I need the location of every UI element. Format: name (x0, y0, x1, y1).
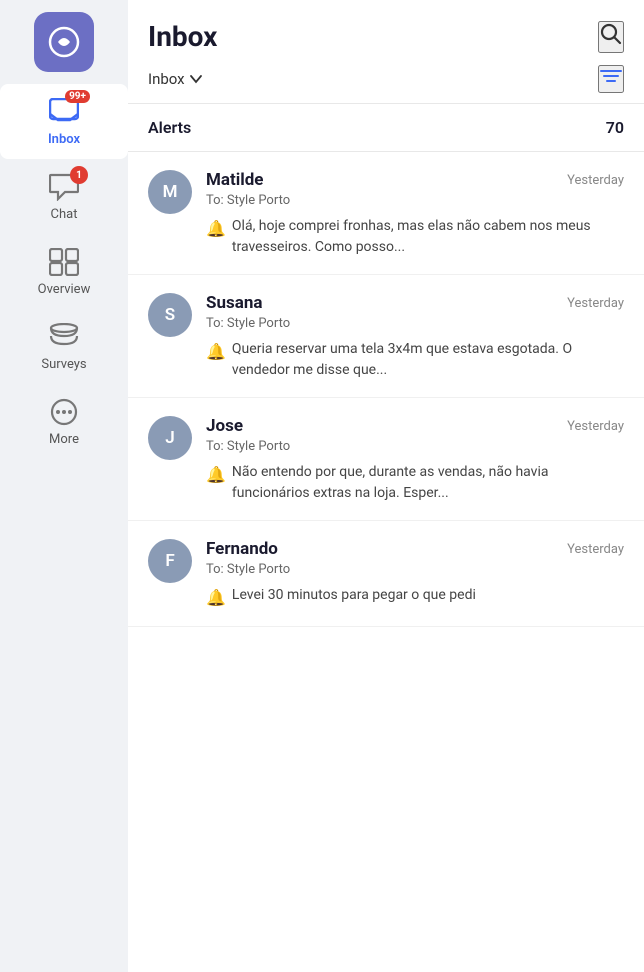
alerts-row: Alerts 70 (128, 104, 644, 152)
sidebar-item-overview[interactable]: Overview (0, 234, 128, 309)
conv-preview-text: Não entendo por que, durante as vendas, … (232, 462, 624, 504)
app-logo[interactable] (34, 12, 94, 72)
conv-time: Yesterday (567, 173, 624, 188)
conv-to: To: Style Porto (206, 562, 624, 577)
search-button[interactable] (598, 21, 624, 53)
inbox-dropdown-label: Inbox (148, 70, 185, 88)
inbox-badge: 99+ (65, 90, 90, 103)
main-header: Inbox Inbox (128, 0, 644, 104)
alert-bell-icon: 🔔 (206, 586, 226, 610)
conv-body: Matilde Yesterday To: Style Porto 🔔 Olá,… (206, 170, 624, 258)
conversation-item[interactable]: F Fernando Yesterday To: Style Porto 🔔 L… (128, 521, 644, 627)
conv-body: Jose Yesterday To: Style Porto 🔔 Não ent… (206, 416, 624, 504)
conv-header: M Matilde Yesterday To: Style Porto 🔔 Ol… (148, 170, 624, 258)
sidebar-item-chat-label: Chat (51, 207, 78, 222)
conv-top: Matilde Yesterday (206, 170, 624, 190)
inbox-dropdown[interactable]: Inbox (148, 70, 203, 88)
alert-bell-icon: 🔔 (206, 340, 226, 364)
conv-top: Susana Yesterday (206, 293, 624, 313)
conv-to: To: Style Porto (206, 316, 624, 331)
sidebar-item-overview-label: Overview (38, 282, 91, 297)
main-content: Inbox Inbox (128, 0, 644, 972)
conv-preview: 🔔 Olá, hoje comprei fronhas, mas elas nã… (206, 216, 624, 258)
avatar: M (148, 170, 192, 214)
overview-icon (49, 248, 79, 276)
sidebar-item-inbox[interactable]: 99+ Inbox (0, 84, 128, 159)
avatar: J (148, 416, 192, 460)
conv-top: Jose Yesterday (206, 416, 624, 436)
avatar: S (148, 293, 192, 337)
sidebar-item-chat[interactable]: 1 Chat (0, 159, 128, 234)
conv-header: J Jose Yesterday To: Style Porto 🔔 Não e… (148, 416, 624, 504)
alerts-label: Alerts (148, 118, 191, 137)
alert-bell-icon: 🔔 (206, 463, 226, 487)
conv-to: To: Style Porto (206, 193, 624, 208)
title-row: Inbox (148, 20, 624, 53)
conv-time: Yesterday (567, 296, 624, 311)
conv-preview: 🔔 Levei 30 minutos para pegar o que pedi (206, 585, 624, 610)
chevron-down-icon (189, 72, 203, 86)
avatar: F (148, 539, 192, 583)
conv-preview-text: Levei 30 minutos para pegar o que pedi (232, 585, 476, 606)
surveys-icon-wrapper (46, 321, 82, 353)
chat-badge: 1 (70, 166, 88, 184)
surveys-icon (49, 323, 79, 351)
conv-header: S Susana Yesterday To: Style Porto 🔔 Que… (148, 293, 624, 381)
sidebar-item-more-label: More (49, 432, 79, 447)
chat-icon-wrapper: 1 (46, 171, 82, 203)
more-icon (49, 398, 79, 426)
conv-body: Fernando Yesterday To: Style Porto 🔔 Lev… (206, 539, 624, 610)
conv-to: To: Style Porto (206, 439, 624, 454)
conversation-item[interactable]: S Susana Yesterday To: Style Porto 🔔 Que… (128, 275, 644, 398)
conv-time: Yesterday (567, 542, 624, 557)
overview-icon-wrapper (46, 246, 82, 278)
conversation-item[interactable]: J Jose Yesterday To: Style Porto 🔔 Não e… (128, 398, 644, 521)
alerts-count: 70 (606, 118, 624, 137)
conv-body: Susana Yesterday To: Style Porto 🔔 Queri… (206, 293, 624, 381)
conversation-item[interactable]: M Matilde Yesterday To: Style Porto 🔔 Ol… (128, 152, 644, 275)
page-title: Inbox (148, 20, 217, 53)
filter-button[interactable] (598, 65, 624, 93)
conv-preview-text: Queria reservar uma tela 3x4m que estava… (232, 339, 624, 381)
filter-row: Inbox (148, 65, 624, 103)
alert-bell-icon: 🔔 (206, 217, 226, 241)
conv-preview: 🔔 Queria reservar uma tela 3x4m que esta… (206, 339, 624, 381)
conv-header: F Fernando Yesterday To: Style Porto 🔔 L… (148, 539, 624, 610)
conv-preview-text: Olá, hoje comprei fronhas, mas elas não … (232, 216, 624, 258)
conv-top: Fernando Yesterday (206, 539, 624, 559)
more-icon-wrapper (46, 396, 82, 428)
conversation-list: M Matilde Yesterday To: Style Porto 🔔 Ol… (128, 152, 644, 972)
conv-time: Yesterday (567, 419, 624, 434)
logo-icon (48, 26, 80, 58)
search-icon (600, 23, 622, 45)
conv-name: Susana (206, 293, 262, 313)
sidebar-item-surveys-label: Surveys (41, 357, 86, 372)
conv-name: Jose (206, 416, 243, 436)
sidebar-item-surveys[interactable]: Surveys (0, 309, 128, 384)
sidebar: 99+ Inbox 1 Chat Overview (0, 0, 128, 972)
conv-name: Fernando (206, 539, 278, 559)
conv-preview: 🔔 Não entendo por que, durante as vendas… (206, 462, 624, 504)
sidebar-item-inbox-label: Inbox (48, 132, 80, 147)
sidebar-item-more[interactable]: More (0, 384, 128, 459)
filter-icon (600, 67, 622, 85)
conv-name: Matilde (206, 170, 263, 190)
inbox-icon-wrapper: 99+ (46, 96, 82, 128)
